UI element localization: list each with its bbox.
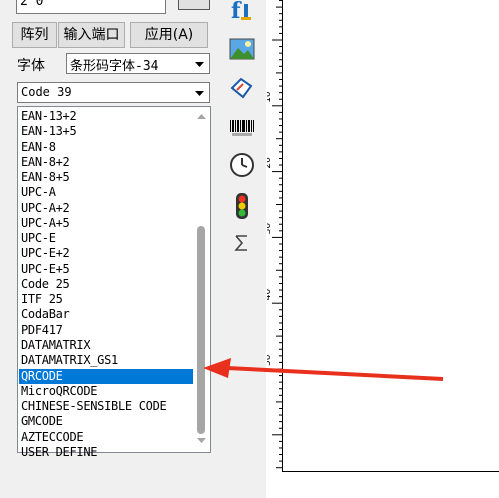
symbology-select-value: Code 39 xyxy=(21,85,72,99)
ruler-ticks: 1020304050 xyxy=(263,0,282,469)
symbology-select[interactable]: Code 39 xyxy=(17,82,210,103)
ruler-label: 10 xyxy=(267,91,273,103)
list-item[interactable]: UPC-A xyxy=(19,185,193,200)
font-select[interactable]: 条形码字体-34 xyxy=(66,53,210,74)
list-item-selected[interactable]: QRCODE xyxy=(19,368,193,384)
list-item[interactable]: UPC-A+5 xyxy=(19,216,193,231)
design-canvas[interactable] xyxy=(266,0,499,498)
barcode-type-list[interactable]: EAN-13+2 EAN-13+5 EAN-8 EAN-8+2 EAN-8+5 UPC-A… xyxy=(17,106,211,459)
list-item[interactable]: UPC-E+5 xyxy=(19,262,193,277)
list-item[interactable]: UPC-A+2 xyxy=(19,201,193,216)
font-label: 字体 xyxy=(17,58,45,74)
scroll-thumb[interactable] xyxy=(197,226,205,434)
list-item[interactable]: UPC-E xyxy=(19,231,193,246)
list-item[interactable]: AZTECCODE xyxy=(19,430,193,445)
vertical-ruler: 10 20 30 40 50 xyxy=(263,0,283,472)
list-item[interactable]: GMCODE xyxy=(19,414,193,429)
ruler-baseline xyxy=(282,471,499,472)
clock-tool-icon[interactable] xyxy=(229,152,255,178)
sigma-tool-icon[interactable] xyxy=(229,234,255,252)
list-scrollbar[interactable] xyxy=(193,108,209,451)
list-item[interactable]: USER DEFINE xyxy=(19,445,193,460)
font-select-value: 条形码字体-34 xyxy=(70,59,159,74)
list-item[interactable]: CHINESE-SENSIBLE CODE xyxy=(19,399,193,414)
list-item[interactable]: Code 25 xyxy=(19,277,193,292)
barcode-type-items: EAN-13+2 EAN-13+5 EAN-8 EAN-8+2 EAN-8+5 UPC-A… xyxy=(19,109,193,460)
symbology-select-arrow[interactable] xyxy=(191,84,208,101)
annotation-arrow xyxy=(203,358,444,381)
svg-text:f: f xyxy=(231,0,242,22)
list-item[interactable]: MicroQRCODE xyxy=(19,384,193,399)
apply-button[interactable]: 应用(A) xyxy=(130,22,208,48)
top-field-value: 2 0 xyxy=(20,0,44,9)
ruler-label: 30 xyxy=(267,223,273,235)
image-tool-icon[interactable] xyxy=(229,38,255,60)
properties-panel: 2 0 阵列 输入端口 应用(A) 字体 条形码字体-34 Code 39 EA… xyxy=(0,0,218,498)
input-port-button[interactable]: 输入端口 xyxy=(58,22,125,48)
list-item[interactable]: DATAMATRIX xyxy=(19,338,193,353)
font-select-arrow[interactable] xyxy=(191,55,208,72)
list-item[interactable]: ITF 25 xyxy=(19,292,193,307)
array-button[interactable]: 阵列 xyxy=(12,22,57,48)
barcode-tool-icon[interactable] xyxy=(229,119,255,137)
list-item[interactable]: PDF417 xyxy=(19,323,193,338)
chevron-down-icon xyxy=(195,91,204,96)
traffic-light-icon[interactable] xyxy=(229,192,255,220)
list-item[interactable]: EAN-8 xyxy=(19,140,193,155)
list-item[interactable]: UPC-E+2 xyxy=(19,246,193,261)
scroll-up-icon[interactable] xyxy=(197,114,206,119)
shape-tool-icon[interactable] xyxy=(229,76,255,100)
list-item[interactable]: EAN-8+2 xyxy=(19,155,193,170)
list-item[interactable]: DATAMATRIX_GS1 xyxy=(19,353,193,368)
list-item[interactable]: CodaBar xyxy=(19,307,193,322)
list-item[interactable]: EAN-8+5 xyxy=(19,170,193,185)
top-field-button[interactable] xyxy=(178,0,210,10)
scroll-down-icon[interactable] xyxy=(197,438,206,443)
chevron-down-icon xyxy=(195,62,204,67)
top-field[interactable]: 2 0 xyxy=(16,0,166,14)
list-item[interactable]: EAN-13+5 xyxy=(19,124,193,139)
list-item[interactable]: EAN-13+2 xyxy=(19,109,193,124)
ruler-label: 40 xyxy=(267,288,273,300)
ruler-label: 20 xyxy=(267,157,273,169)
text-tool-icon[interactable]: f xyxy=(229,0,255,22)
